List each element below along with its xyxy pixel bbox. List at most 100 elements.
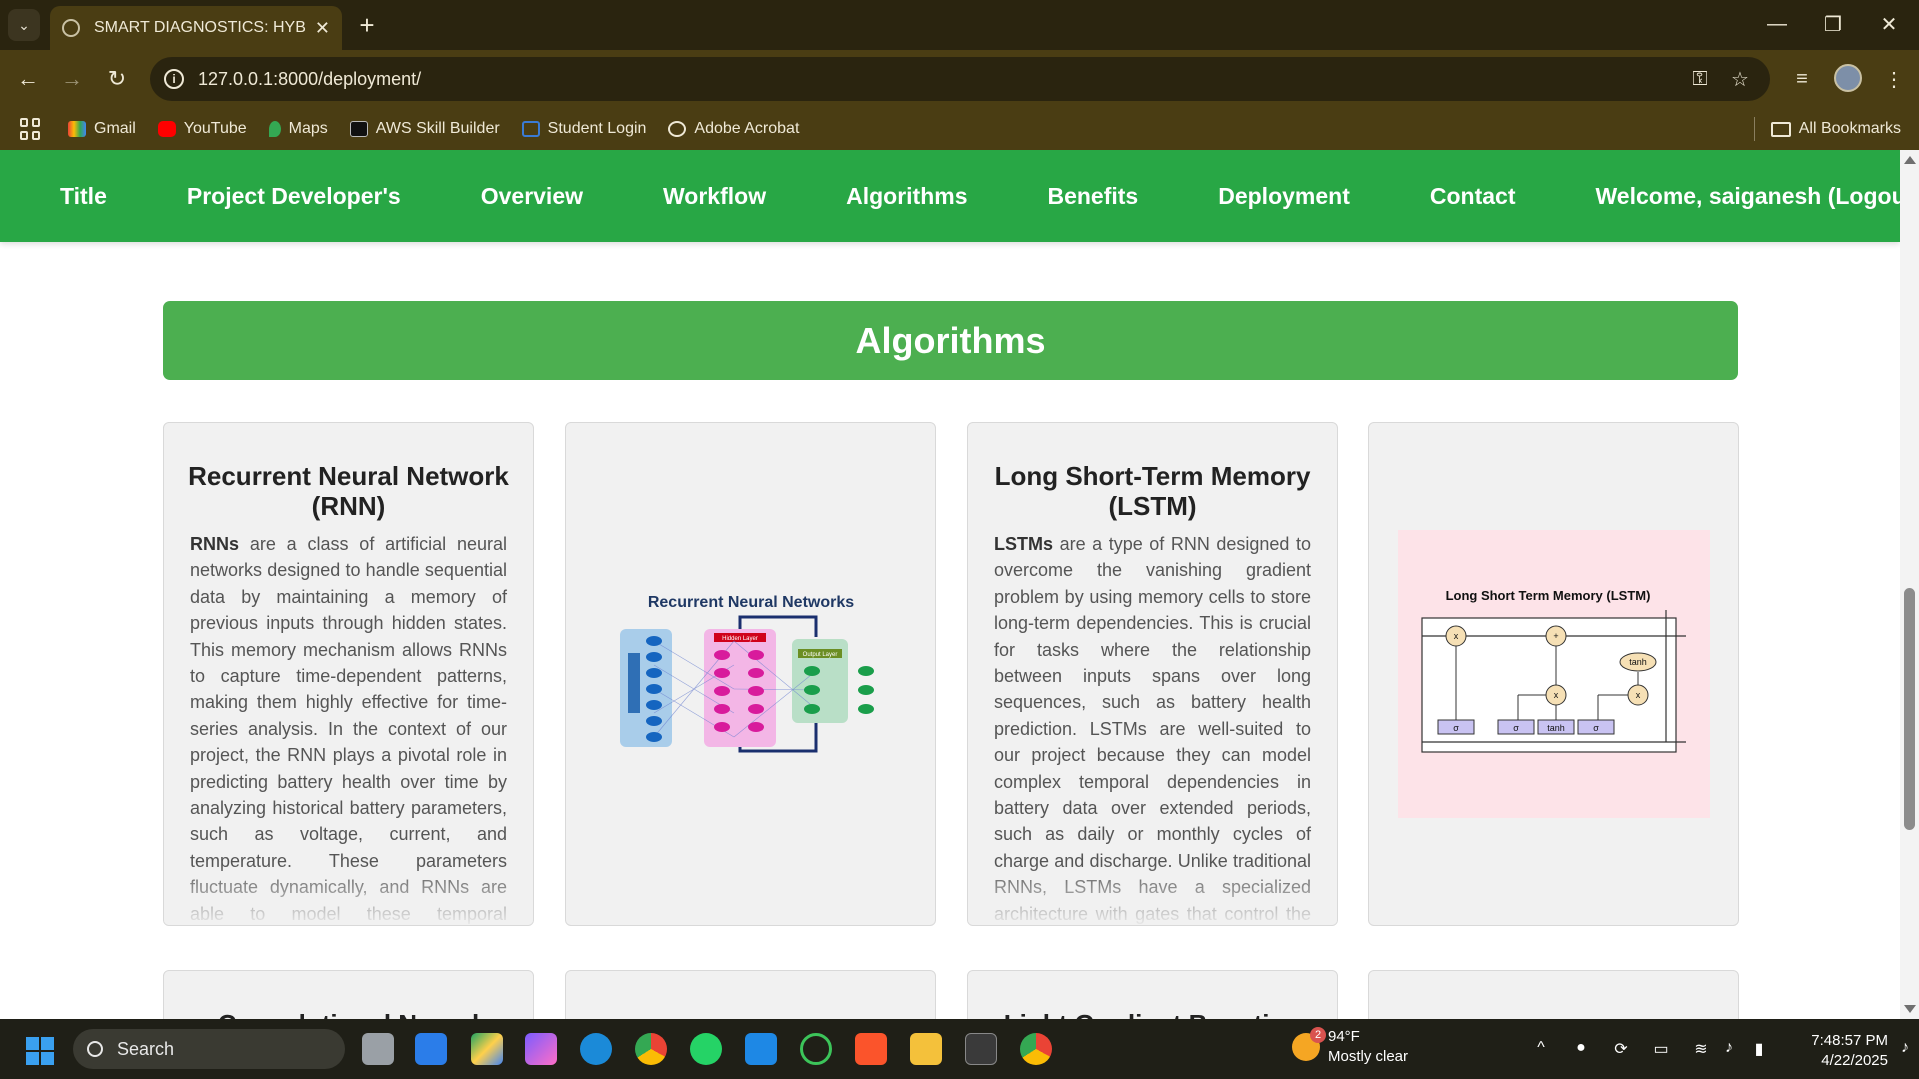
close-window-button[interactable]: ✕ — [1863, 6, 1915, 42]
reading-list-icon[interactable]: ≡ — [1786, 63, 1818, 95]
scroll-up-arrow-icon[interactable] — [1904, 156, 1916, 164]
weather-desc: Mostly clear — [1328, 1048, 1409, 1065]
nav-logout[interactable]: Welcome, saiganesh (Logout) — [1596, 183, 1919, 210]
nav-title[interactable]: Title — [60, 183, 107, 210]
lightgbm-image-card — [1368, 970, 1739, 1019]
rnn-card: Recurrent Neural Network (RNN) RNNs are … — [163, 422, 534, 926]
browser-menu-icon[interactable]: ⋮ — [1878, 63, 1910, 95]
windows-taskbar: Search 2 94°F Mostly clear ^ ● ⟳ ▭ ≋ ♪ ▮… — [0, 1019, 1919, 1079]
nav-algorithms[interactable]: Algorithms — [846, 183, 967, 210]
bookmark-aws[interactable]: AWS Skill Builder — [349, 120, 500, 138]
svg-text:σ: σ — [1453, 723, 1459, 733]
notification-bell-icon[interactable]: ♪ — [1894, 1039, 1916, 1059]
cnn-card-title: Convolutional Neural — [186, 1009, 511, 1019]
sync-icon[interactable]: ⟳ — [1610, 1039, 1632, 1059]
copilot-icon[interactable] — [525, 1033, 557, 1065]
nav-workflow[interactable]: Workflow — [663, 183, 766, 210]
password-key-icon[interactable]: ⚿ — [1684, 63, 1716, 95]
nav-contact[interactable]: Contact — [1430, 183, 1516, 210]
bookmark-star-icon[interactable]: ☆ — [1724, 63, 1756, 95]
page-scrollbar[interactable] — [1900, 150, 1919, 1019]
display-icon[interactable]: ▭ — [1650, 1039, 1672, 1059]
lightgbm-card: Light Gradient Boosting — [967, 970, 1338, 1019]
new-tab-button[interactable]: + — [352, 10, 382, 40]
text-fade-overlay — [968, 865, 1337, 925]
google-drive-icon[interactable] — [471, 1033, 503, 1065]
site-info-icon[interactable]: i — [164, 69, 184, 89]
svg-text:+: + — [1553, 631, 1558, 641]
svg-text:σ: σ — [1513, 723, 1519, 733]
bookmarks-divider — [1753, 117, 1755, 141]
minimize-button[interactable]: — — [1751, 6, 1803, 42]
tab-title: SMART DIAGNOSTICS: HYBRID — [94, 19, 307, 36]
student-login-icon — [521, 121, 540, 137]
rnn-diagram-title: Recurrent Neural Networks — [647, 594, 853, 611]
edge-icon[interactable] — [580, 1033, 612, 1065]
lstm-card: Long Short-Term Memory (LSTM) LSTMs are … — [967, 422, 1338, 926]
nav-deployment[interactable]: Deployment — [1218, 183, 1350, 210]
bookmark-youtube[interactable]: YouTube — [157, 120, 247, 138]
scrollbar-thumb[interactable] — [1904, 588, 1915, 830]
microsoft-store-icon[interactable] — [415, 1033, 447, 1065]
chrome-icon[interactable] — [635, 1033, 667, 1065]
battery-icon[interactable]: ▮ — [1748, 1039, 1770, 1059]
svg-text:Hidden Layer: Hidden Layer — [722, 636, 758, 642]
task-view-icon[interactable] — [362, 1033, 394, 1065]
chrome-active-icon[interactable] — [1020, 1033, 1052, 1065]
cnn-card: Convolutional Neural — [163, 970, 534, 1019]
nav-overview[interactable]: Overview — [481, 183, 583, 210]
lightgbm-card-title: Light Gradient Boosting — [990, 1009, 1315, 1019]
profile-avatar[interactable] — [1834, 64, 1862, 92]
svg-text:x: x — [1553, 690, 1558, 700]
apps-grid-icon[interactable] — [20, 118, 42, 140]
nav-benefits[interactable]: Benefits — [1047, 183, 1138, 210]
scroll-down-arrow-icon[interactable] — [1904, 1005, 1916, 1013]
bookmarks-bar: Gmail YouTube Maps AWS Skill Builder Stu… — [0, 108, 1919, 150]
bookmark-gmail[interactable]: Gmail — [68, 120, 136, 138]
windows-start-icon[interactable] — [26, 1037, 54, 1065]
text-fade-overlay — [164, 865, 533, 925]
weather-temp: 94°F — [1328, 1028, 1360, 1045]
svg-text:x: x — [1635, 690, 1640, 700]
taskbar-search[interactable]: Search — [73, 1029, 345, 1069]
volume-icon[interactable]: ♪ — [1718, 1039, 1740, 1059]
tab-favicon-icon — [62, 19, 80, 37]
url-text[interactable]: 127.0.0.1:8000/deployment/ — [198, 69, 1676, 90]
restore-button[interactable]: ❐ — [1807, 6, 1859, 42]
page-viewport: Title Project Developer's Overview Workf… — [0, 150, 1919, 1019]
browser-tab-bar: ⌄ SMART DIAGNOSTICS: HYBRID ✕ + — ❐ ✕ — [0, 0, 1919, 50]
lstm-card-title: Long Short-Term Memory (LSTM) — [994, 461, 1311, 521]
tray-chevron-up-icon[interactable]: ^ — [1530, 1039, 1552, 1059]
refresh-app-icon[interactable] — [800, 1033, 832, 1065]
back-button[interactable]: ← — [12, 63, 44, 95]
search-icon — [87, 1041, 103, 1057]
svg-text:σ: σ — [1593, 723, 1599, 733]
svg-text:Output Layer: Output Layer — [802, 652, 837, 658]
whatsapp-icon[interactable] — [690, 1033, 722, 1065]
tray-app-icon[interactable]: ● — [1570, 1039, 1592, 1059]
close-tab-icon[interactable]: ✕ — [315, 18, 330, 39]
taskbar-clock[interactable]: 7:48:57 PM 4/22/2025 — [1788, 1031, 1888, 1071]
all-bookmarks[interactable]: All Bookmarks — [1753, 108, 1901, 150]
tab-search-button[interactable]: ⌄ — [8, 9, 40, 41]
nav-project-developers[interactable]: Project Developer's — [187, 183, 401, 210]
wifi-icon[interactable]: ≋ — [1690, 1039, 1712, 1059]
rnn-card-title: Recurrent Neural Network (RNN) — [188, 461, 509, 521]
gmail-icon — [68, 121, 86, 137]
reload-button[interactable]: ↻ — [101, 63, 133, 95]
globe-icon — [668, 121, 687, 137]
forward-button[interactable]: → — [56, 63, 88, 95]
vscode-icon[interactable] — [745, 1033, 777, 1065]
terminal-icon[interactable] — [965, 1033, 997, 1065]
file-explorer-icon[interactable] — [910, 1033, 942, 1065]
weather-badge: 2 — [1310, 1027, 1326, 1043]
address-bar[interactable]: i 127.0.0.1:8000/deployment/ ⚿ ☆ — [150, 57, 1770, 101]
bookmark-student-login[interactable]: Student Login — [521, 120, 646, 138]
browser-tab[interactable]: SMART DIAGNOSTICS: HYBRID ✕ — [50, 6, 342, 50]
weather-widget[interactable]: 2 94°F Mostly clear — [1292, 1027, 1409, 1067]
maps-pin-icon — [268, 121, 281, 137]
bookmark-adobe-acrobat[interactable]: Adobe Acrobat — [668, 120, 799, 138]
brave-icon[interactable] — [855, 1033, 887, 1065]
bookmark-maps[interactable]: Maps — [268, 120, 328, 138]
cnn-image-card — [565, 970, 936, 1019]
